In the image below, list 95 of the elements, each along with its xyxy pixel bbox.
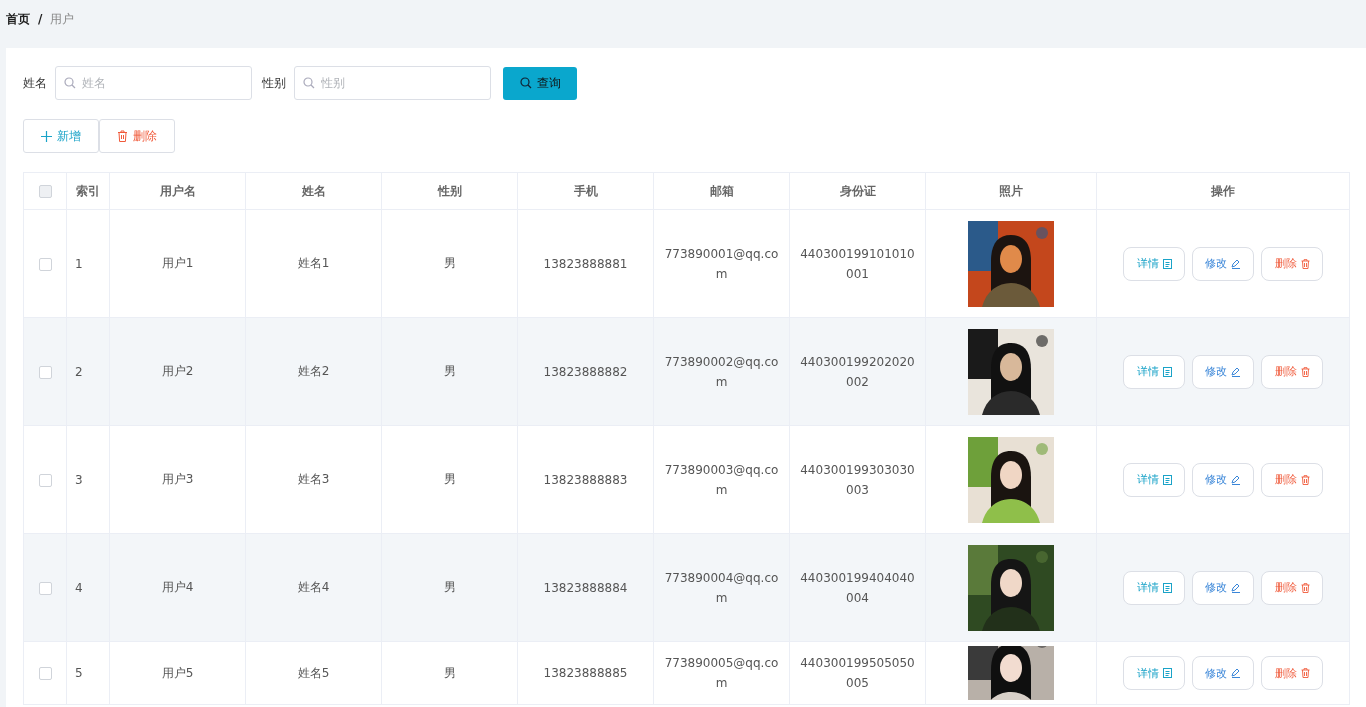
table-cell: 用户3 <box>109 425 246 534</box>
trash-icon <box>1300 474 1310 485</box>
trash-icon <box>1300 668 1310 678</box>
edit-button[interactable]: 修改 <box>1192 354 1254 389</box>
table-cell: 440300199404040004 <box>789 533 926 642</box>
column-header: 照片 <box>925 172 1097 210</box>
table-cell: 男 <box>381 317 518 426</box>
table-cell: 13823888884 <box>517 533 654 642</box>
delete-button[interactable]: 删除 <box>99 119 175 153</box>
detail-button[interactable]: 详情 <box>1123 246 1185 281</box>
table-cell: 13823888883 <box>517 425 654 534</box>
table-cell: 13823888881 <box>517 209 654 318</box>
document-icon <box>1162 668 1172 678</box>
table-cell: 13823888882 <box>517 317 654 426</box>
detail-button[interactable]: 详情 <box>1123 462 1185 497</box>
table-cell: 男 <box>381 641 518 705</box>
table-cell: 13823888885 <box>517 641 654 705</box>
table-cell: 姓名1 <box>245 209 382 318</box>
delete-button[interactable]: 删除 <box>1261 462 1323 497</box>
document-icon <box>1162 474 1172 485</box>
table-cell: 773890004@qq.com <box>653 533 790 642</box>
breadcrumb-item[interactable]: 用户 <box>50 10 75 28</box>
row-checkbox[interactable] <box>38 473 52 487</box>
row-checkbox[interactable] <box>38 365 52 379</box>
delete-button[interactable]: 删除 <box>1261 656 1323 690</box>
pencil-icon <box>1231 668 1241 678</box>
trash-icon <box>1300 582 1310 593</box>
table-cell: 773890005@qq.com <box>653 641 790 705</box>
table-cell: 440300199202020002 <box>789 317 926 426</box>
search-icon <box>303 77 315 89</box>
search-button[interactable]: 查询 <box>503 66 577 100</box>
delete-button[interactable]: 删除 <box>1261 246 1323 281</box>
table-cell: 2 <box>66 317 110 426</box>
column-header: 邮箱 <box>653 172 790 210</box>
search-icon <box>519 77 532 89</box>
breadcrumb-item[interactable]: 首页 <box>6 10 30 28</box>
field-label: 性别 <box>262 74 286 92</box>
table-cell: 姓名4 <box>245 533 382 642</box>
table-cell: 男 <box>381 209 518 318</box>
document-icon <box>1162 582 1172 593</box>
table-cell: 1 <box>66 209 110 318</box>
pencil-icon <box>1231 366 1241 377</box>
column-header: 身份证 <box>789 172 926 210</box>
search-field[interactable]: 性别 <box>294 66 491 100</box>
select-all-checkbox[interactable] <box>38 185 52 198</box>
table-cell: 773890002@qq.com <box>653 317 790 426</box>
table-cell: 440300199101010001 <box>789 209 926 318</box>
search-field[interactable]: 姓名 <box>55 66 252 100</box>
table-cell: 用户5 <box>109 641 246 705</box>
table-cell: 用户2 <box>109 317 246 426</box>
column-header: 性别 <box>381 172 518 210</box>
edit-button[interactable]: 修改 <box>1192 656 1254 690</box>
trash-icon <box>1300 366 1310 377</box>
detail-button[interactable]: 详情 <box>1123 656 1185 690</box>
document-icon <box>1162 258 1172 269</box>
table-cell: 用户1 <box>109 209 246 318</box>
table-cell: 773890003@qq.com <box>653 425 790 534</box>
trash-icon <box>117 130 128 142</box>
detail-button[interactable]: 详情 <box>1123 570 1185 605</box>
column-header: 用户名 <box>109 172 246 210</box>
table-cell: 姓名2 <box>245 317 382 426</box>
search-icon <box>64 77 76 89</box>
trash-icon <box>1300 258 1310 269</box>
delete-button[interactable]: 删除 <box>1261 354 1323 389</box>
table-cell: 440300199303030003 <box>789 425 926 534</box>
table-cell: 用户4 <box>109 533 246 642</box>
table-cell: 姓名3 <box>245 425 382 534</box>
column-header: 姓名 <box>245 172 382 210</box>
detail-button[interactable]: 详情 <box>1123 354 1185 389</box>
table-cell: 440300199505050005 <box>789 641 926 705</box>
table-cell: 3 <box>66 425 110 534</box>
delete-button[interactable]: 删除 <box>1261 570 1323 605</box>
table-cell: 4 <box>66 533 110 642</box>
table-cell: 姓名5 <box>245 641 382 705</box>
row-checkbox[interactable] <box>38 257 52 271</box>
breadcrumb-separator: / <box>38 12 43 26</box>
pencil-icon <box>1231 258 1241 269</box>
column-header: 手机 <box>517 172 654 210</box>
table-cell: 男 <box>381 533 518 642</box>
pencil-icon <box>1231 474 1241 485</box>
edit-button[interactable]: 修改 <box>1192 570 1254 605</box>
field-label: 姓名 <box>23 74 47 92</box>
column-header: 索引 <box>66 172 110 210</box>
table-cell: 5 <box>66 641 110 705</box>
add-button[interactable]: 新增 <box>23 119 99 153</box>
plus-icon <box>41 130 52 142</box>
table-cell: 773890001@qq.com <box>653 209 790 318</box>
row-checkbox[interactable] <box>38 581 52 595</box>
document-icon <box>1162 366 1172 377</box>
edit-button[interactable]: 修改 <box>1192 462 1254 497</box>
column-header: 操作 <box>1096 172 1350 210</box>
edit-button[interactable]: 修改 <box>1192 246 1254 281</box>
pencil-icon <box>1231 582 1241 593</box>
table-cell: 男 <box>381 425 518 534</box>
row-checkbox[interactable] <box>38 667 52 680</box>
